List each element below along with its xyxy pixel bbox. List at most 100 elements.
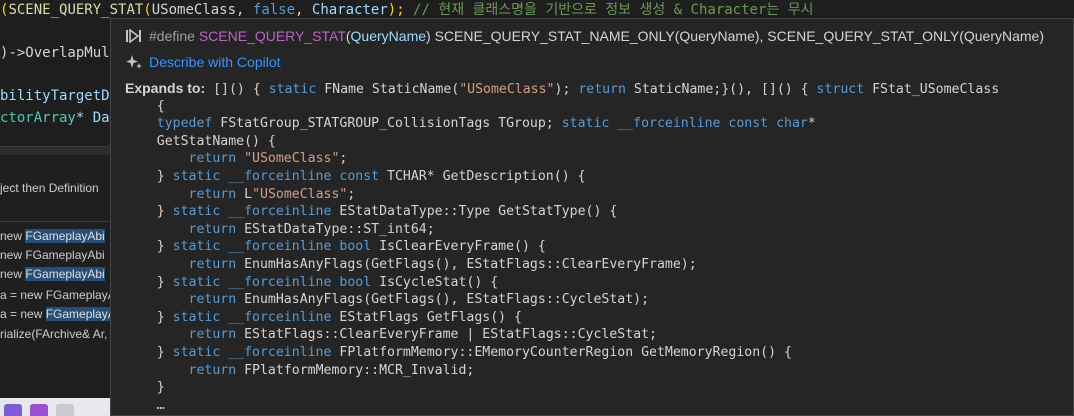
code-token: static (268, 82, 317, 97)
expansion-line: GetStatName() { (125, 133, 276, 149)
code-token: "USomeClass" (459, 82, 555, 97)
expansion-line: { (125, 98, 165, 114)
reference-item[interactable]: a = new FGameplayA (0, 305, 110, 324)
app-icon[interactable] (4, 404, 22, 416)
code-token: static (172, 168, 221, 184)
code-token: return (188, 327, 237, 343)
code-token: const (331, 168, 380, 184)
code-token: bool (331, 274, 372, 290)
reference-item[interactable]: new FGameplayAbi (0, 246, 110, 265)
reference-item[interactable]: new FGameplayAbi (0, 265, 110, 284)
app-icon[interactable] (56, 404, 74, 416)
reference-highlight: FGameplayAbi (25, 267, 105, 281)
expansion-line: } static __forceinline EStatDataType::Ty… (125, 203, 1065, 221)
code-token: SCENE_QUERY_STAT (8, 2, 144, 18)
code-token: FStat_USomeClass (864, 82, 1000, 97)
code-token: L (236, 186, 253, 202)
reference-text: rialize(FArchive& Ar, (0, 327, 108, 341)
reference-item[interactable]: a = new FGameplayA (0, 286, 110, 305)
code-token: * (807, 116, 816, 132)
expansion-line: return EStatFlags::ClearEveryFrame | ESt… (125, 326, 1065, 344)
code-token: "USomeClass" (236, 151, 340, 167)
code-token: static (172, 274, 221, 290)
code-token: , (295, 2, 312, 18)
quick-info-popup: #define SCENE_QUERY_STAT(QueryName) SCEN… (110, 18, 1074, 416)
code-token: EnumHasAnyFlags(GetFlags(), EStatFlags::… (236, 292, 650, 308)
expansion-line: return EStatDataType::ST_int64; (125, 221, 1065, 239)
code-token: } (125, 204, 173, 220)
code-line[interactable]: bilityTargetDa (0, 86, 118, 106)
code-token: __forceinline (220, 168, 332, 184)
code-line[interactable]: (SCENE_QUERY_STAT(USomeClass, false, Cha… (0, 0, 813, 20)
code-token: )->OverlapMult (0, 45, 119, 61)
reference-text: new FGameplayAbi (0, 248, 105, 262)
expands-to-label: Expands to: (125, 80, 206, 96)
copilot-label: Describe with Copilot (149, 54, 281, 70)
code-token: "USomeClass" (252, 186, 348, 202)
code-token: StaticName;}(), []() { (625, 82, 817, 97)
code-token: static (172, 309, 221, 325)
code-token: } (125, 309, 173, 325)
expansion-ellipsis: … (125, 397, 165, 413)
code-token: static (172, 204, 221, 220)
code-token: } (125, 274, 173, 290)
code-token: EStatFlags GetFlags() { (331, 309, 522, 325)
macro-parameter: QueryName (350, 28, 427, 44)
expansion-line: } static __forceinline FPlatformMemory::… (125, 344, 1065, 362)
reference-text: new (0, 267, 26, 281)
expansion-line: typedef FStatGroup_STATGROUP_CollisionTa… (125, 115, 1065, 133)
code-token: IsClearEveryFrame() { (371, 239, 546, 255)
code-token: __forceinline (220, 309, 332, 325)
find-references-panel: ject then Definition new FGameplayAbi ne… (0, 146, 110, 376)
code-token: false (252, 2, 296, 18)
macro-expansion: Expands to: []() { static FName StaticNa… (125, 80, 1065, 414)
code-token: __forceinline (220, 204, 332, 220)
macro-icon (126, 29, 141, 43)
reference-text: a = new FGameplayA (0, 288, 110, 302)
code-token: static (172, 239, 221, 255)
code-token: ( (143, 2, 152, 18)
code-token: ; (339, 151, 348, 167)
code-token: []() { (205, 82, 269, 97)
reference-highlight: FGameplayAbi (25, 229, 105, 243)
code-token: __forceinline (609, 116, 721, 132)
taskbar (0, 398, 110, 416)
code-token: return (188, 151, 237, 167)
code-token: return (188, 362, 237, 378)
expansion-line: return EnumHasAnyFlags(GetFlags(), EStat… (125, 256, 1065, 274)
reference-item[interactable]: rialize(FArchive& Ar, (0, 325, 110, 344)
code-token: typedef (156, 116, 213, 132)
expansion-line: } static __forceinline const TCHAR* GetD… (125, 168, 1065, 186)
code-line[interactable]: )->OverlapMult (0, 43, 118, 63)
reference-text: a = new (0, 307, 46, 321)
code-token: ctorArray (0, 110, 76, 126)
expansion-line: } static __forceinline bool IsClearEvery… (125, 238, 1065, 256)
reference-text: new (0, 229, 26, 243)
code-token: return (188, 186, 237, 202)
expansion-line: return EnumHasAnyFlags(GetFlags(), EStat… (125, 291, 1065, 309)
expansion-line: } static __forceinline EStatFlags GetFla… (125, 309, 1065, 327)
divider (0, 221, 110, 222)
expansion-line: Expands to: []() { static FName StaticNa… (125, 80, 1065, 98)
macro-name: SCENE_QUERY_STAT (198, 28, 346, 44)
expansion-line: return FPlatformMemory::MCR_Invalid; (125, 362, 1065, 380)
reference-highlight: FGameplayA (45, 307, 110, 321)
code-token: __forceinline (220, 344, 332, 360)
code-token: EStatDataType::ST_int64; (236, 221, 435, 237)
describe-with-copilot-link[interactable]: Describe with Copilot (125, 52, 281, 72)
reference-item[interactable]: new FGameplayAbi (0, 227, 110, 246)
code-token: FPlatformMemory::MCR_Invalid; (236, 362, 475, 378)
code-token: static (172, 344, 221, 360)
code-token: } (125, 239, 173, 255)
code-line[interactable]: ctorArray* Dat (0, 108, 118, 128)
code-token: EStatFlags::ClearEveryFrame | EStatFlags… (236, 327, 657, 343)
macro-signature: #define SCENE_QUERY_STAT(QueryName) SCEN… (125, 26, 1044, 46)
code-token: return (188, 221, 237, 237)
visual-studio-icon[interactable] (30, 404, 48, 416)
